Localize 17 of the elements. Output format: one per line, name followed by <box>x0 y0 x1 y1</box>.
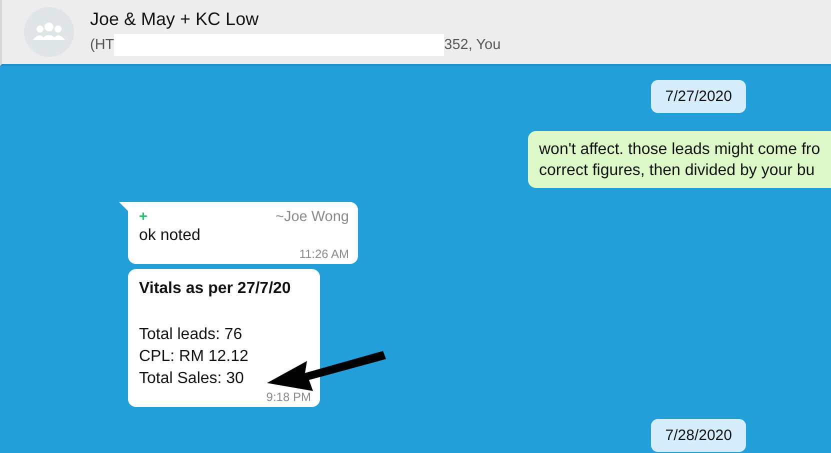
chat-title: Joe & May + KC Low <box>90 8 260 30</box>
message-title: Vitals as per 27/7/20 <box>139 280 292 298</box>
participants-text: 352, You <box>444 36 501 52</box>
message-text: won't affect. those leads might come fro <box>539 140 822 160</box>
participants-text: (HT <box>90 36 114 52</box>
sender-name: ~Joe Wong <box>276 209 349 225</box>
message-text: Total Sales: 30 <box>139 369 245 389</box>
date-label: 7/27/2020 <box>651 80 746 113</box>
message-text: ok noted <box>139 226 202 246</box>
date-label: 7/28/2020 <box>651 419 746 452</box>
sender-number: + <box>139 209 148 225</box>
group-avatar-icon[interactable] <box>24 7 74 57</box>
message-text: CPL: RM 12.12 <box>139 347 250 367</box>
message-text: Total leads: 76 <box>139 325 244 345</box>
message-text: correct figures, then divided by your bu <box>539 161 816 181</box>
message-time: 11:26 AM <box>298 247 349 261</box>
message-time: 9:18 PM <box>265 390 311 404</box>
